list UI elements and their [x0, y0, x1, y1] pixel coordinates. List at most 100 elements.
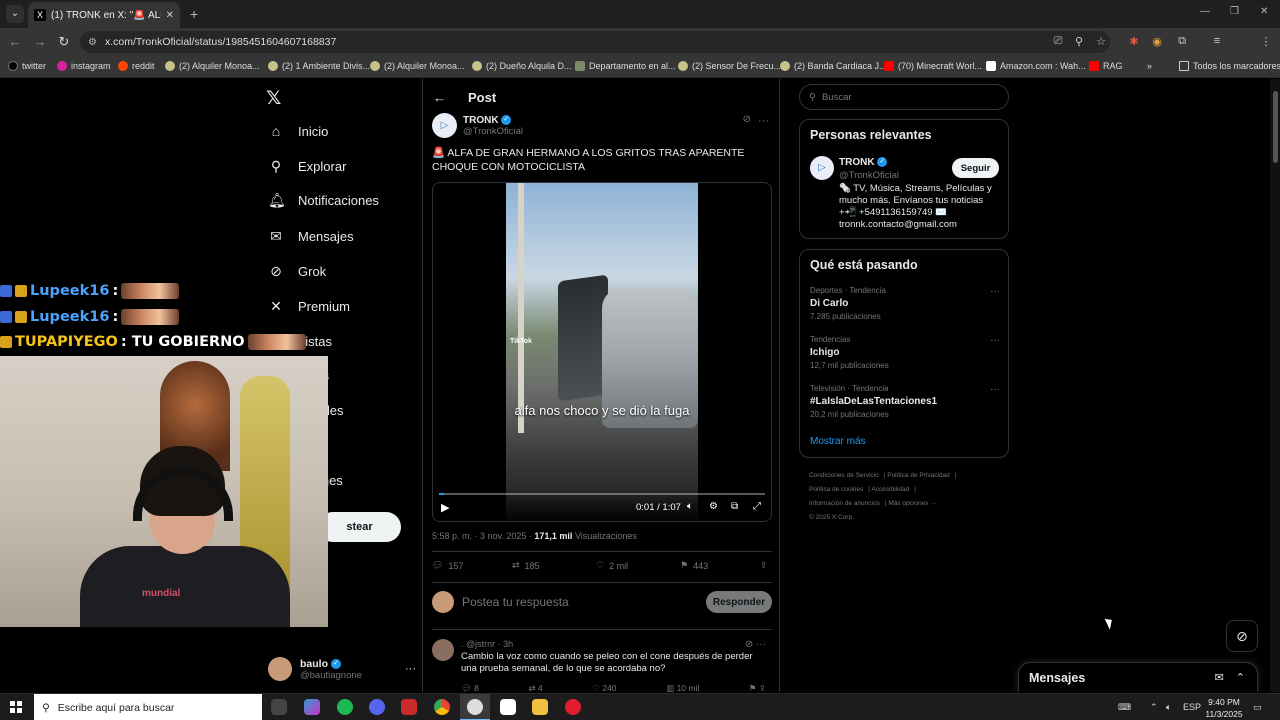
- more-icon[interactable]: ⊘ ···: [745, 639, 766, 650]
- messages-dock[interactable]: Mensajes ✉ ⌃: [1018, 662, 1258, 692]
- bookmark-item[interactable]: (2) Alquiler Monoa...: [165, 61, 260, 71]
- active-tab[interactable]: X (1) TRONK en X: "🚨 ALFA DE G ✕: [28, 2, 180, 28]
- grok-floating-button[interactable]: ⊘: [1226, 620, 1258, 652]
- all-bookmarks-folder[interactable]: Todos los marcadores: [1179, 61, 1280, 71]
- install-app-icon[interactable]: ⎚: [1051, 35, 1065, 48]
- footer-link[interactable]: Accesibilidad: [871, 486, 909, 493]
- chevron-up-icon[interactable]: ⌃: [1150, 702, 1158, 713]
- new-tab-button[interactable]: +: [190, 6, 198, 22]
- more-icon[interactable]: ···: [405, 663, 416, 675]
- follow-button[interactable]: Seguir: [952, 158, 999, 178]
- opera-icon[interactable]: [565, 699, 581, 715]
- browser-menu-icon[interactable]: ⋮: [1259, 35, 1273, 48]
- site-info-icon[interactable]: ⚙: [88, 37, 97, 48]
- bookmark-item[interactable]: (70) Minecraft Worl...: [884, 61, 982, 71]
- volume-icon[interactable]: 🔈︎: [687, 501, 693, 512]
- nav-explorar[interactable]: ⚲ Explorar: [268, 158, 347, 175]
- repost-button[interactable]: ⇄ 4: [529, 683, 543, 692]
- scrollbar-thumb[interactable]: [1273, 91, 1278, 163]
- bookmark-item[interactable]: (2) Sensor De Frecu...: [678, 61, 781, 71]
- keyboard-icon[interactable]: ⌨: [1118, 702, 1131, 713]
- forward-button[interactable]: →: [32, 34, 48, 49]
- new-message-icon[interactable]: ✉: [1215, 671, 1224, 684]
- expand-icon[interactable]: ⌃: [1236, 671, 1245, 684]
- bookmark-item[interactable]: instagram: [57, 61, 111, 71]
- notification-icon[interactable]: ▭: [1253, 702, 1262, 713]
- search-input[interactable]: ⚲ Buscar: [799, 84, 1009, 110]
- more-icon[interactable]: ···: [758, 115, 769, 127]
- x-logo-icon[interactable]: 𝕏: [266, 87, 281, 110]
- more-bookmarks-button[interactable]: »: [1147, 61, 1152, 71]
- post-author[interactable]: ▷ TRONK ✓ @TronkOficial: [432, 113, 523, 138]
- back-button[interactable]: ←: [7, 34, 23, 49]
- bookmark-item[interactable]: (2) Banda Cardiaca J...: [780, 61, 887, 71]
- tronk-avatar[interactable]: ▷: [432, 113, 457, 138]
- account-switcher[interactable]: baulo ✓ @bautiagnone ···: [268, 654, 416, 684]
- like-button[interactable]: ♡ 240: [592, 683, 616, 692]
- spotify-icon[interactable]: [337, 699, 353, 715]
- views-button[interactable]: ▥ 10 mil: [666, 683, 699, 692]
- trend-item[interactable]: Deportes · Tendencia Di Carlo 7.285 publ…: [810, 286, 1000, 321]
- play-icon[interactable]: ▶: [441, 501, 449, 514]
- task-view-icon[interactable]: [271, 699, 287, 715]
- more-icon[interactable]: ···: [990, 384, 1000, 395]
- obs-icon[interactable]: [467, 699, 483, 715]
- relevant-name[interactable]: TRONK: [839, 157, 875, 168]
- extension-icon-2[interactable]: ◉: [1150, 35, 1164, 48]
- copilot-icon[interactable]: [304, 699, 320, 715]
- reload-button[interactable]: ↻: [56, 34, 72, 50]
- file-explorer-icon[interactable]: [532, 699, 548, 715]
- nav-mensajes[interactable]: ✉ Mensajes: [268, 228, 354, 245]
- bookmark-button[interactable]: ⚑ 443: [680, 560, 760, 571]
- taskbar-search[interactable]: ⚲ Escribe aquí para buscar: [34, 694, 262, 720]
- bookmark-item[interactable]: RAG: [1089, 61, 1123, 71]
- footer-link[interactable]: Condiciones de Servicio: [809, 472, 879, 479]
- grok-icon[interactable]: ⊘: [743, 114, 751, 125]
- responder-button[interactable]: Responder: [706, 591, 772, 613]
- nav-notificaciones[interactable]: 🔔︎ Notificaciones: [268, 192, 379, 209]
- post-button[interactable]: stear: [318, 512, 401, 542]
- windows-start-icon[interactable]: [10, 701, 22, 713]
- page-scrollbar[interactable]: [1270, 79, 1280, 692]
- nav-inicio[interactable]: ⌂ Inicio: [268, 123, 329, 139]
- taskbar-clock[interactable]: 9:40 PM 11/3/2025: [1203, 696, 1245, 720]
- pip-icon[interactable]: ⧉: [731, 501, 738, 512]
- trend-item[interactable]: Tendencias Ichigo 12,7 mil publicaciones…: [810, 335, 1000, 370]
- bookmark-item[interactable]: reddit: [118, 61, 155, 71]
- bookmark-item[interactable]: twitter: [8, 61, 46, 71]
- nav-premium[interactable]: ✕ Premium: [268, 298, 350, 315]
- volume-icon[interactable]: 🔈︎: [1166, 702, 1171, 713]
- bookmark-item[interactable]: Departamento en al...: [575, 61, 676, 71]
- media-controls-icon[interactable]: ≡: [1210, 35, 1224, 47]
- post-timestamp[interactable]: 5:58 p. m. · 3 nov. 2025 ·: [432, 531, 532, 541]
- reply-button[interactable]: 💬︎ 157: [432, 560, 512, 571]
- share-button[interactable]: ⇪: [760, 560, 768, 571]
- app-icon[interactable]: [401, 699, 417, 715]
- like-button[interactable]: ♡ 2 mil: [596, 560, 680, 571]
- footer-link[interactable]: Más opciones ···: [888, 500, 936, 507]
- extension-icon[interactable]: ✱: [1127, 35, 1141, 48]
- repost-button[interactable]: ⇄ 185: [512, 560, 596, 571]
- footer-link[interactable]: Política de cookies: [809, 486, 863, 493]
- bookmark-item[interactable]: Amazon.com : Wah...: [986, 61, 1086, 71]
- maximize-button[interactable]: ❐: [1230, 6, 1239, 17]
- footer-link[interactable]: Política de Privacidad: [887, 472, 950, 479]
- settings-icon[interactable]: ⚙: [709, 501, 718, 512]
- avatar[interactable]: [432, 639, 454, 661]
- star-bookmark-icon[interactable]: ☆: [1094, 35, 1108, 48]
- address-bar[interactable]: ⚙ x.com/TronkOficial/status/198545160460…: [80, 31, 1110, 53]
- video-progress-bar[interactable]: [439, 493, 765, 495]
- reply-input[interactable]: Postea tu respuesta: [462, 595, 698, 609]
- chrome-icon[interactable]: [434, 699, 450, 715]
- minimize-button[interactable]: —: [1200, 6, 1210, 17]
- fullscreen-icon[interactable]: ⤢: [753, 501, 761, 512]
- tab-search-button[interactable]: ⌄: [6, 5, 24, 23]
- bookmark-item[interactable]: (2) Alquiler Monoa...: [370, 61, 465, 71]
- window-close-button[interactable]: ✕: [1260, 6, 1268, 17]
- footer-link[interactable]: Información de anuncios: [809, 500, 880, 507]
- bookmark-item[interactable]: (2) Dueño Alquila D...: [472, 61, 572, 71]
- video-player[interactable]: TikTok alfa nos choco y se dió la fuga ▶…: [432, 182, 772, 522]
- bookmark-item[interactable]: (2) 1 Ambiente Divis...: [268, 61, 370, 71]
- zoom-icon[interactable]: ⚲: [1072, 35, 1086, 48]
- reply-button[interactable]: 💬︎ 8: [461, 683, 479, 692]
